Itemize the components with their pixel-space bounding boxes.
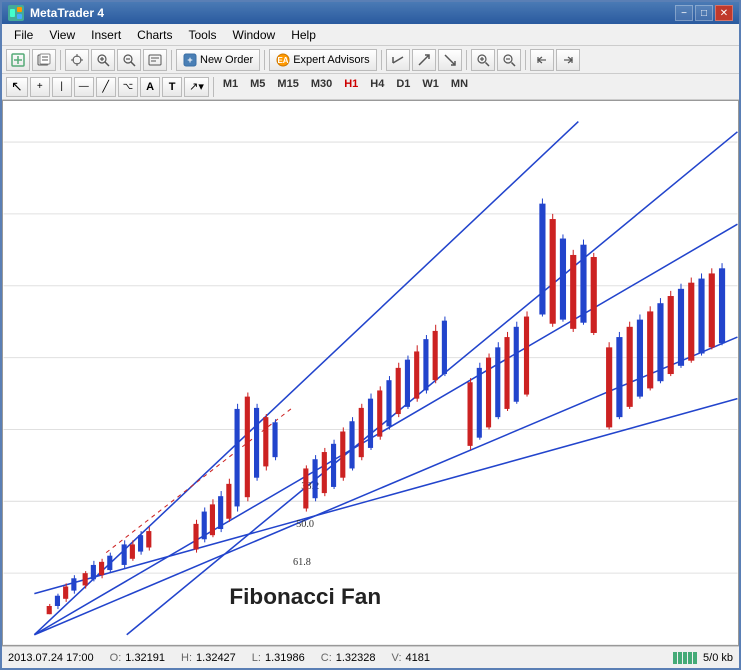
app-icon bbox=[8, 5, 24, 21]
title-bar-left: MetaTrader 4 bbox=[8, 5, 104, 21]
pitchfork-tool[interactable]: ⌥ bbox=[118, 77, 138, 97]
templates-icon bbox=[37, 53, 51, 67]
crosshair-button[interactable] bbox=[65, 49, 89, 71]
select-tool[interactable]: ↖ bbox=[6, 77, 28, 97]
new-order-label: New Order bbox=[200, 54, 253, 66]
menu-insert[interactable]: Insert bbox=[83, 26, 129, 44]
scroll-left-icon bbox=[535, 53, 549, 67]
chart-area[interactable]: 38.2 50.0 61.8 Fibonacci Fan bbox=[2, 100, 739, 646]
maximize-button[interactable]: □ bbox=[695, 5, 713, 21]
scroll-right-icon bbox=[561, 53, 575, 67]
status-bar: 2013.07.24 17:00 O: 1.32191 H: 1.32427 L… bbox=[2, 646, 739, 668]
zoom-out2-button[interactable] bbox=[497, 49, 521, 71]
templates-button[interactable] bbox=[32, 49, 56, 71]
properties-button[interactable] bbox=[143, 49, 167, 71]
tf-w1[interactable]: W1 bbox=[417, 77, 444, 97]
zoom-in2-icon bbox=[476, 53, 490, 67]
svg-text:61.8: 61.8 bbox=[293, 557, 311, 568]
menu-file[interactable]: File bbox=[6, 26, 41, 44]
tf-h4[interactable]: H4 bbox=[365, 77, 389, 97]
vertical-line-tool[interactable]: | bbox=[52, 77, 72, 97]
zoom-in-button[interactable] bbox=[91, 49, 115, 71]
expert-advisors-button[interactable]: EA Expert Advisors bbox=[269, 49, 376, 71]
period-sep-button[interactable] bbox=[386, 49, 410, 71]
arrow-tool[interactable]: ↗▾ bbox=[184, 77, 209, 97]
toolbar-sep-5 bbox=[466, 50, 467, 70]
chart-svg: 38.2 50.0 61.8 Fibonacci Fan bbox=[3, 101, 738, 645]
main-toolbar: + New Order EA Expert Advisors bbox=[2, 46, 739, 74]
menu-bar: File View Insert Charts Tools Window Hel… bbox=[2, 24, 739, 46]
scroll-left-button[interactable] bbox=[530, 49, 554, 71]
new-order-icon: + bbox=[183, 53, 197, 67]
tf-m5[interactable]: M5 bbox=[245, 77, 270, 97]
tf-h1[interactable]: H1 bbox=[339, 77, 363, 97]
status-close: C: 1.32328 bbox=[321, 652, 376, 664]
bar-4 bbox=[688, 652, 692, 664]
chart-up-icon bbox=[417, 53, 431, 67]
status-high: H: 1.32427 bbox=[181, 652, 236, 664]
window-title: MetaTrader 4 bbox=[30, 6, 104, 20]
draw-sep-1 bbox=[213, 77, 214, 97]
title-bar: MetaTrader 4 − □ ✕ bbox=[2, 2, 739, 24]
tf-m30[interactable]: M30 bbox=[306, 77, 337, 97]
fibonacci-fan-title: Fibonacci Fan bbox=[229, 584, 381, 609]
main-window: MetaTrader 4 − □ ✕ File View Insert Char… bbox=[0, 0, 741, 670]
toolbar-sep-6 bbox=[525, 50, 526, 70]
crosshair-tool[interactable]: + bbox=[30, 77, 50, 97]
scroll-right-button[interactable] bbox=[556, 49, 580, 71]
zoom-in2-button[interactable] bbox=[471, 49, 495, 71]
bar-2 bbox=[678, 652, 682, 664]
svg-text:EA: EA bbox=[278, 56, 289, 65]
drawing-toolbar: ↖ + | — ╱ ⌥ A T ↗▾ M1 M5 M15 M30 H1 H4 D… bbox=[2, 74, 739, 100]
minimize-button[interactable]: − bbox=[675, 5, 693, 21]
toolbar-sep-2 bbox=[171, 50, 172, 70]
new-order-button[interactable]: + New Order bbox=[176, 49, 260, 71]
tf-m15[interactable]: M15 bbox=[272, 77, 303, 97]
tf-d1[interactable]: D1 bbox=[391, 77, 415, 97]
menu-window[interactable]: Window bbox=[225, 26, 284, 44]
toolbar-sep-4 bbox=[381, 50, 382, 70]
status-low: L: 1.31986 bbox=[252, 652, 305, 664]
status-progress: 5/0 kb bbox=[673, 652, 733, 664]
period-sep-icon bbox=[391, 53, 405, 67]
text-tool[interactable]: A bbox=[140, 77, 160, 97]
close-button[interactable]: ✕ bbox=[715, 5, 733, 21]
menu-help[interactable]: Help bbox=[283, 26, 324, 44]
chart-down-button[interactable] bbox=[438, 49, 462, 71]
status-volume: V: 4181 bbox=[392, 652, 430, 664]
status-datetime: 2013.07.24 17:00 bbox=[8, 652, 94, 664]
zoom-in-icon bbox=[96, 53, 110, 67]
menu-tools[interactable]: Tools bbox=[181, 26, 225, 44]
trend-line-tool[interactable]: ╱ bbox=[96, 77, 116, 97]
zoom-out2-icon bbox=[502, 53, 516, 67]
zoom-out-button[interactable] bbox=[117, 49, 141, 71]
tf-mn[interactable]: MN bbox=[446, 77, 473, 97]
chart-up-button[interactable] bbox=[412, 49, 436, 71]
window-controls: − □ ✕ bbox=[675, 5, 733, 21]
status-open: O: 1.32191 bbox=[110, 652, 165, 664]
horizontal-line-tool[interactable]: — bbox=[74, 77, 94, 97]
new-chart-button[interactable] bbox=[6, 49, 30, 71]
expert-advisors-label: Expert Advisors bbox=[293, 54, 369, 66]
bar-1 bbox=[673, 652, 677, 664]
crosshair-icon bbox=[70, 53, 84, 67]
bar-5 bbox=[693, 652, 697, 664]
properties-icon bbox=[148, 53, 162, 67]
svg-text:50.0: 50.0 bbox=[296, 519, 314, 530]
bar-3 bbox=[683, 652, 687, 664]
menu-charts[interactable]: Charts bbox=[129, 26, 180, 44]
label-tool[interactable]: T bbox=[162, 77, 182, 97]
toolbar-sep-1 bbox=[60, 50, 61, 70]
status-size: 5/0 kb bbox=[703, 652, 733, 664]
signal-bars bbox=[673, 652, 697, 664]
tf-m1[interactable]: M1 bbox=[218, 77, 243, 97]
new-chart-icon bbox=[11, 53, 25, 67]
expert-advisors-icon: EA bbox=[276, 53, 290, 67]
chart-down-icon bbox=[443, 53, 457, 67]
svg-text:+: + bbox=[187, 55, 192, 65]
zoom-out-icon bbox=[122, 53, 136, 67]
menu-view[interactable]: View bbox=[41, 26, 83, 44]
toolbar-sep-3 bbox=[264, 50, 265, 70]
